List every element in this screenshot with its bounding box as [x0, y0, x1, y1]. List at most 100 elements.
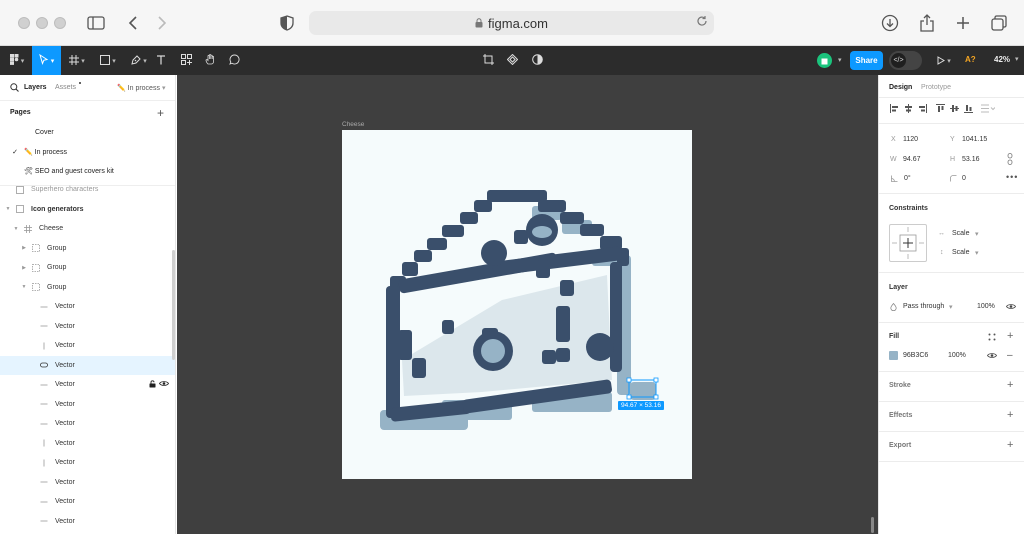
chevron-down-icon[interactable]: ▾: [162, 84, 166, 92]
unlock-icon[interactable]: [149, 380, 156, 390]
new-tab-icon[interactable]: [952, 12, 974, 34]
mask-button[interactable]: [530, 46, 544, 75]
pen-tool-button[interactable]: ▾: [126, 46, 152, 75]
layer-row[interactable]: Vector: [0, 395, 175, 415]
resources-button[interactable]: [179, 46, 193, 75]
canvas-scrollbar[interactable]: [871, 517, 874, 533]
move-tool-button[interactable]: ▾: [32, 46, 61, 75]
more-options-icon[interactable]: •••: [1006, 172, 1018, 182]
layer-row[interactable]: Vector: [0, 473, 175, 493]
page-item[interactable]: Cover: [0, 122, 175, 142]
expand-chevron-icon[interactable]: ▶: [20, 245, 28, 251]
add-export-icon[interactable]: +: [1007, 440, 1013, 451]
style-grid-icon[interactable]: [988, 333, 996, 343]
align-top-icon[interactable]: [935, 103, 945, 113]
page-item[interactable]: 🛠 SEO and guest covers kit: [0, 161, 175, 181]
tab-design[interactable]: Design: [889, 84, 912, 91]
add-effect-icon[interactable]: +: [1007, 410, 1013, 421]
layer-row[interactable]: Vector: [0, 336, 175, 356]
add-page-icon[interactable]: +: [157, 106, 164, 120]
privacy-shield-icon[interactable]: [276, 12, 298, 34]
blend-mode-select[interactable]: Pass through: [903, 303, 944, 310]
forward-icon[interactable]: [151, 12, 173, 34]
page-selector[interactable]: ✏️ In process: [117, 84, 160, 92]
chevron-down-icon[interactable]: ▾: [975, 230, 979, 238]
layers-scrollbar[interactable]: [172, 250, 175, 360]
fill-hex-input[interactable]: 96B3C6: [903, 352, 928, 359]
chevron-down-icon[interactable]: ▾: [1015, 55, 1019, 63]
layer-row[interactable]: ▶ Group: [0, 239, 175, 259]
canvas[interactable]: Cheese 94.67 × 53.16: [177, 75, 878, 534]
page-item[interactable]: ✓ ✏️ In process: [0, 142, 175, 162]
eye-icon[interactable]: [159, 380, 169, 389]
chevron-down-icon[interactable]: ▾: [975, 249, 979, 257]
add-stroke-icon[interactable]: +: [1007, 380, 1013, 391]
reload-icon[interactable]: [696, 15, 708, 30]
user-avatar-label[interactable]: A?: [965, 55, 976, 64]
expand-chevron-icon[interactable]: ▼: [12, 226, 20, 232]
layer-row[interactable]: Vector: [0, 512, 175, 532]
align-bottom-icon[interactable]: [963, 103, 973, 113]
height-input[interactable]: 53.16: [962, 156, 980, 163]
fill-visibility-eye-icon[interactable]: [987, 352, 997, 361]
crop-frame-button[interactable]: [481, 46, 495, 75]
back-icon[interactable]: [122, 12, 144, 34]
close-window-button[interactable]: [18, 17, 30, 29]
layer-row[interactable]: Superhero characters: [0, 180, 175, 200]
present-button[interactable]: ▾: [934, 46, 954, 75]
frame-tool-button[interactable]: ▾: [64, 46, 90, 75]
layer-row[interactable]: Vector: [0, 375, 175, 395]
align-horizontal-center-icon[interactable]: [903, 103, 913, 113]
expand-chevron-icon[interactable]: ▶: [20, 265, 28, 271]
constrain-proportions-icon[interactable]: [1007, 153, 1013, 167]
share-button[interactable]: Share: [850, 51, 883, 70]
x-input[interactable]: 1120: [903, 136, 918, 143]
align-vertical-center-icon[interactable]: [949, 103, 959, 113]
comment-tool-button[interactable]: [227, 46, 241, 75]
main-menu-button[interactable]: ▾: [4, 46, 30, 75]
chevron-down-icon[interactable]: ▾: [949, 303, 953, 311]
layer-row[interactable]: Vector: [0, 453, 175, 473]
expand-chevron-icon[interactable]: ▼: [4, 206, 12, 212]
collaborator-avatar[interactable]: [817, 53, 832, 68]
add-fill-icon[interactable]: +: [1007, 331, 1013, 342]
cheese-illustration[interactable]: [342, 130, 692, 479]
expand-chevron-icon[interactable]: ▼: [20, 284, 28, 290]
layer-row[interactable]: Vector: [0, 414, 175, 434]
shape-tool-button[interactable]: ▾: [95, 46, 121, 75]
sidebar-toggle-icon[interactable]: [85, 12, 107, 34]
fill-opacity-input[interactable]: 100%: [948, 352, 966, 359]
layer-row[interactable]: Vector: [0, 297, 175, 317]
fill-color-swatch[interactable]: [889, 351, 898, 360]
layer-row[interactable]: Vector: [0, 355, 175, 375]
dev-mode-toggle[interactable]: </>: [889, 51, 922, 70]
address-bar[interactable]: figma.com: [309, 11, 714, 35]
layer-row[interactable]: Vector: [0, 317, 175, 337]
tab-prototype[interactable]: Prototype: [921, 84, 951, 91]
width-input[interactable]: 94.67: [903, 156, 921, 163]
downloads-icon[interactable]: [879, 12, 901, 34]
zoom-window-button[interactable]: [54, 17, 66, 29]
layer-row[interactable]: ▶ Group: [0, 258, 175, 278]
eye-icon[interactable]: [1006, 303, 1016, 312]
remove-fill-icon[interactable]: –: [1007, 351, 1013, 361]
tab-layers[interactable]: Layers: [24, 84, 47, 91]
layer-row[interactable]: ▼ Icon generators: [0, 200, 175, 220]
vertical-constraint-select[interactable]: Scale: [952, 249, 970, 256]
distribute-icon[interactable]: [980, 103, 996, 113]
text-tool-button[interactable]: [154, 46, 168, 75]
layer-row[interactable]: ▼ Group: [0, 278, 175, 298]
share-page-icon[interactable]: [916, 12, 938, 34]
search-icon[interactable]: [10, 83, 19, 94]
layer-row[interactable]: Vector: [0, 492, 175, 512]
y-input[interactable]: 1041.15: [962, 136, 987, 143]
hand-tool-button[interactable]: [203, 46, 217, 75]
chevron-down-icon[interactable]: ▾: [838, 56, 842, 64]
layer-row[interactable]: Vector: [0, 434, 175, 454]
minimize-window-button[interactable]: [36, 17, 48, 29]
layer-row[interactable]: ▼ Cheese: [0, 219, 175, 239]
zoom-level[interactable]: 42%: [994, 55, 1010, 64]
align-left-icon[interactable]: [889, 103, 899, 113]
frame-name-label[interactable]: Cheese: [342, 121, 364, 128]
rotation-input[interactable]: 0°: [904, 175, 911, 182]
